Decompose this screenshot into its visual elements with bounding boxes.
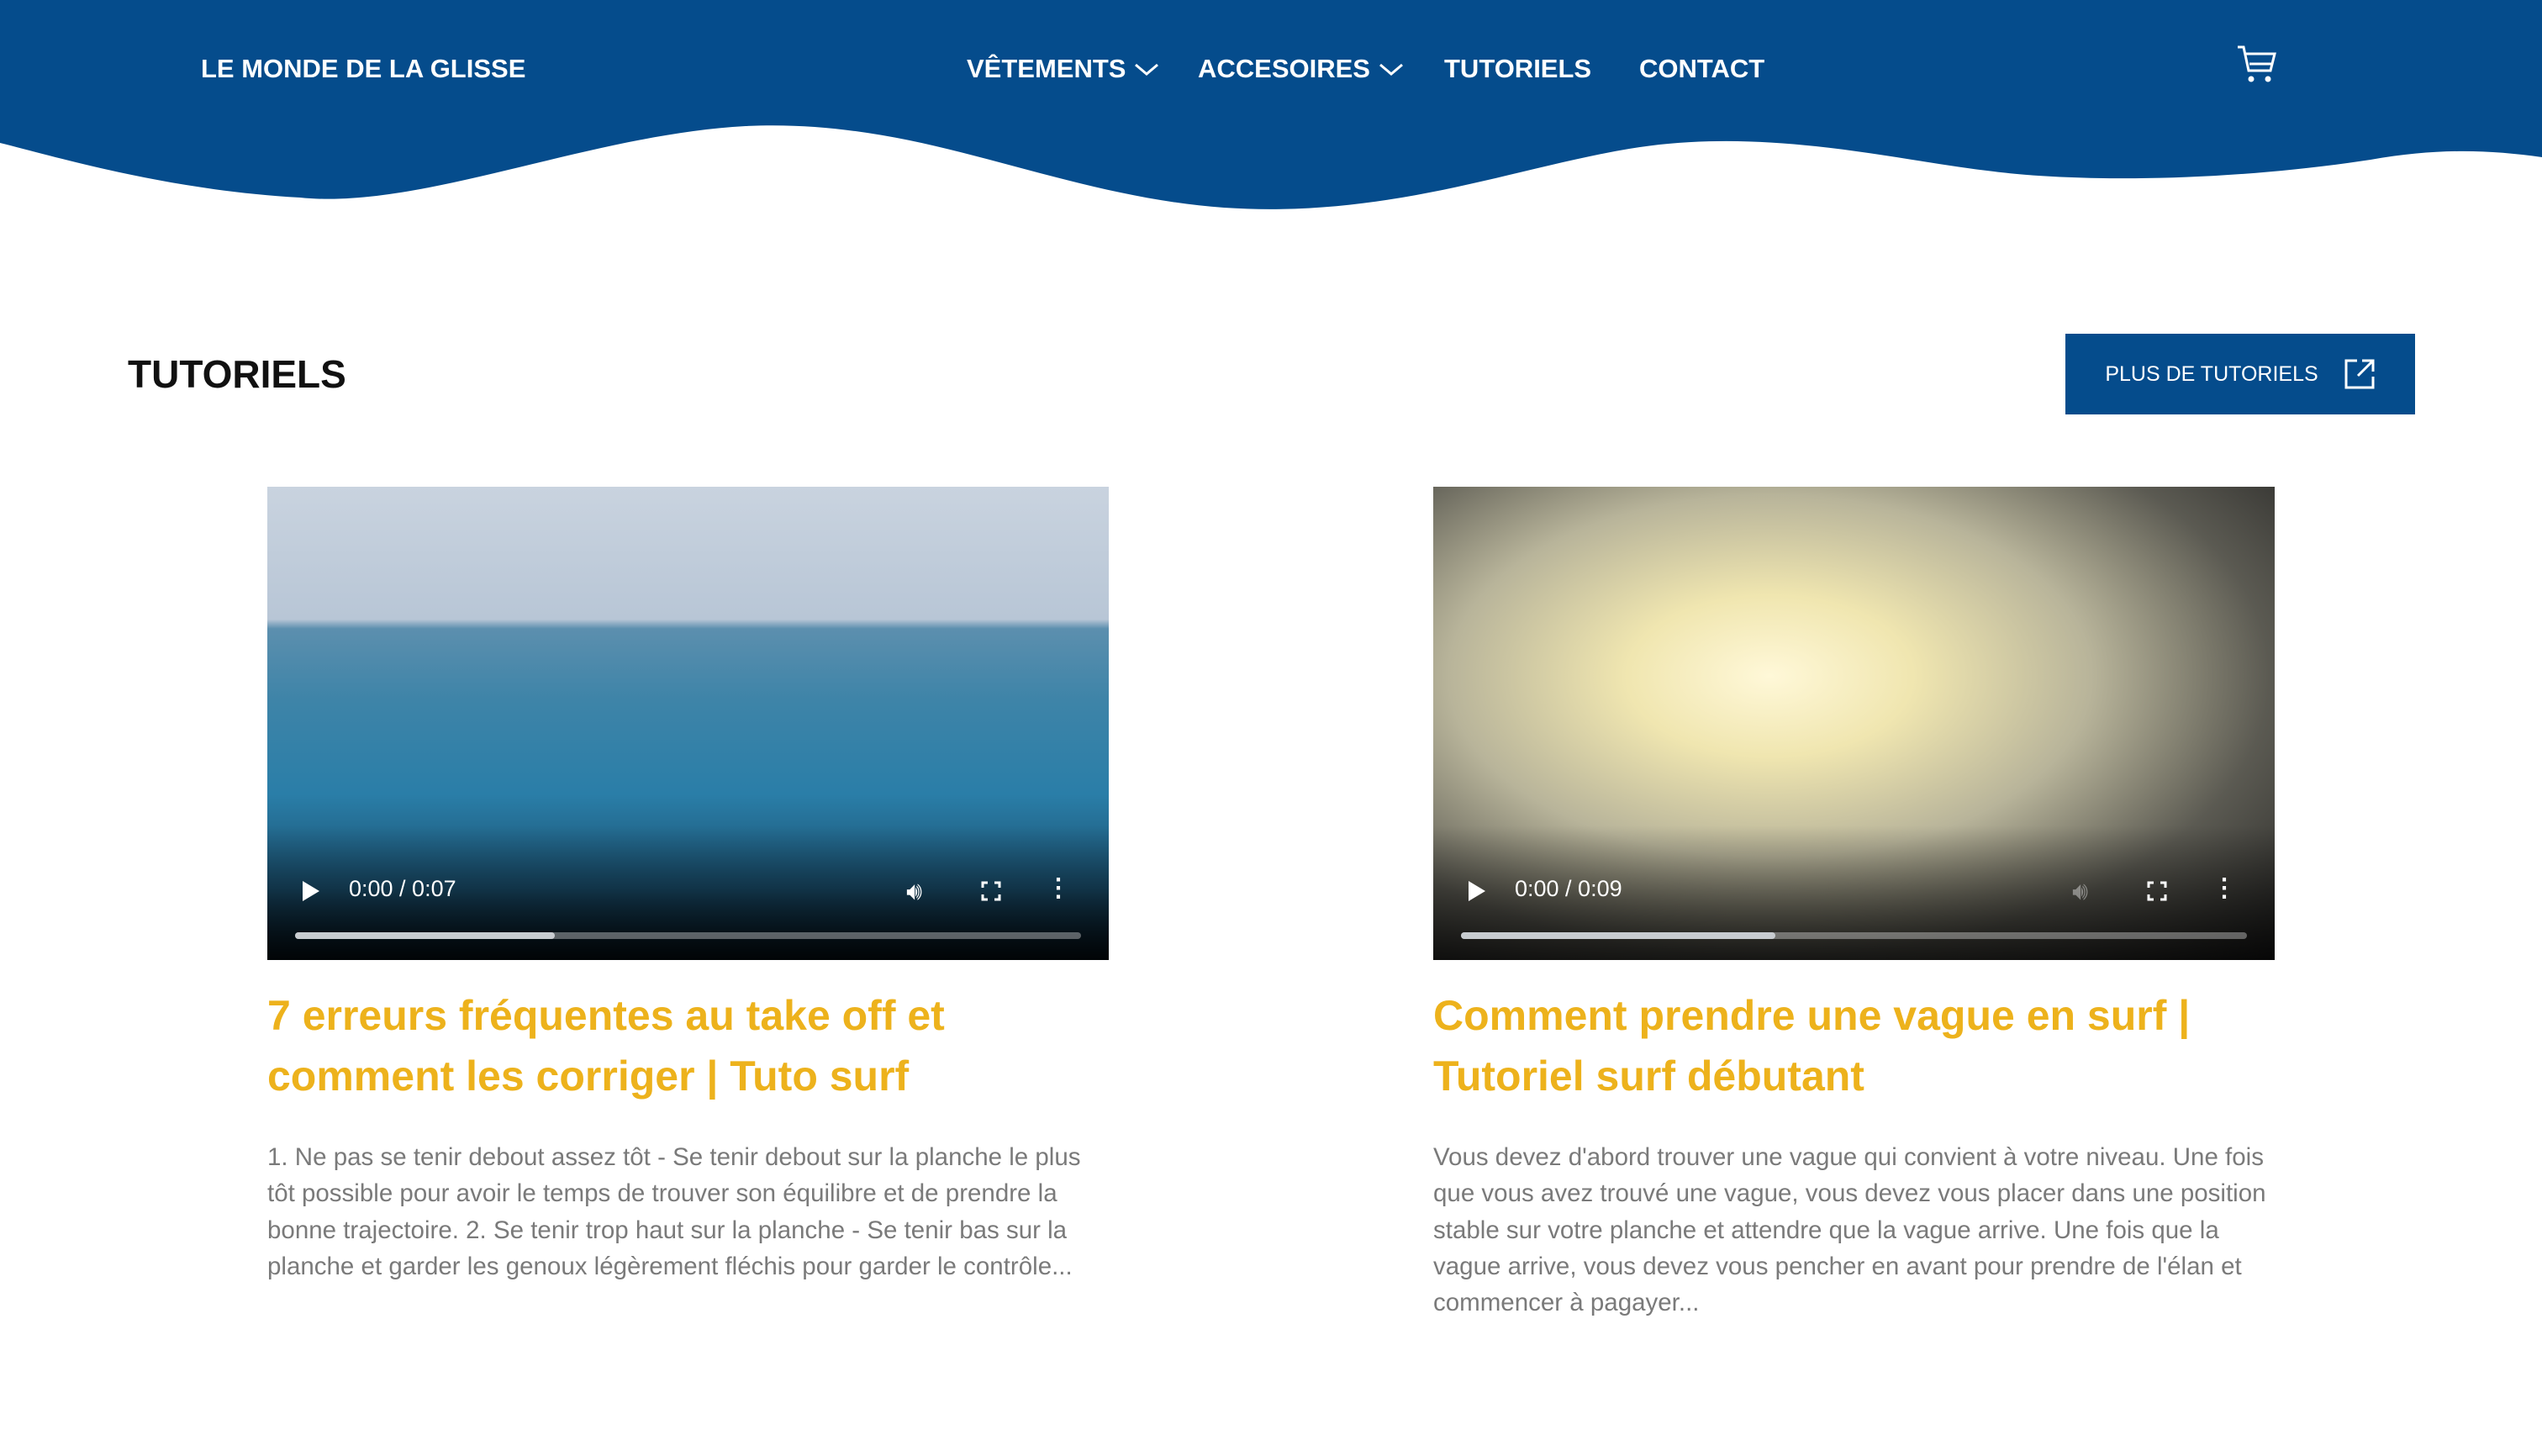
section-title: TUTORIELS [128, 352, 346, 396]
video-time: 0:00 / 0:09 [1515, 876, 1622, 901]
header-wave-background [0, 0, 2542, 209]
nav-item-accesoires[interactable]: ACCESOIRES [1198, 54, 1404, 84]
video-description: Vous devez d'abord trouver une vague qui… [1433, 1143, 2266, 1317]
video-controls: 0:00 / 0:09 🔊︎ ⋮ [1433, 826, 2275, 960]
volume-icon[interactable]: 🔊︎ [2072, 878, 2088, 906]
video-description: 1. Ne pas se tenir debout assez tôt - Se… [267, 1143, 1081, 1280]
nav-label: VÊTEMENTS [967, 54, 1126, 83]
video-title[interactable]: Comment prendre une vague en surf | Tuto… [1433, 985, 2275, 1106]
nav-label: TUTORIELS [1444, 54, 1592, 83]
play-icon[interactable] [1469, 881, 1485, 901]
play-icon[interactable] [303, 881, 319, 901]
more-options-icon[interactable]: ⋮ [1046, 876, 1071, 901]
external-link-icon [2344, 359, 2375, 389]
more-options-icon[interactable]: ⋮ [2212, 876, 2237, 901]
progress-fill [295, 932, 555, 939]
video-title[interactable]: 7 erreurs fréquentes au take off et comm… [267, 985, 1109, 1106]
button-label: PLUS DE TUTORIELS [2105, 361, 2318, 386]
fullscreen-icon[interactable] [2147, 881, 2167, 901]
video-player-1[interactable]: 0:00 / 0:07 🔊︎ ⋮ [267, 487, 1109, 960]
progress-bar[interactable] [295, 932, 1081, 939]
video-player-2[interactable]: 0:00 / 0:09 🔊︎ ⋮ [1433, 487, 2275, 960]
video-time: 0:00 / 0:07 [349, 876, 456, 901]
fullscreen-icon[interactable] [981, 881, 1001, 901]
progress-bar[interactable] [1461, 932, 2247, 939]
site-logo[interactable]: LE MONDE DE LA GLISSE [201, 54, 525, 84]
video-controls: 0:00 / 0:07 🔊︎ ⋮ [267, 826, 1109, 960]
nav-label: ACCESOIRES [1198, 54, 1370, 83]
chevron-down-icon [1135, 63, 1159, 76]
nav-item-tutoriels[interactable]: TUTORIELS [1444, 54, 1591, 84]
more-tutorials-button[interactable]: PLUS DE TUTORIELS [2065, 334, 2415, 414]
progress-fill [1461, 932, 1775, 939]
nav-item-vetements[interactable]: VÊTEMENTS [967, 54, 1159, 84]
chevron-down-icon [1379, 63, 1403, 76]
volume-icon[interactable]: 🔊︎ [906, 878, 922, 906]
nav-label: CONTACT [1639, 54, 1765, 83]
cart-icon[interactable] [2236, 44, 2278, 86]
logo-text: LE MONDE DE LA GLISSE [201, 54, 526, 83]
nav-item-contact[interactable]: CONTACT [1639, 54, 1764, 84]
